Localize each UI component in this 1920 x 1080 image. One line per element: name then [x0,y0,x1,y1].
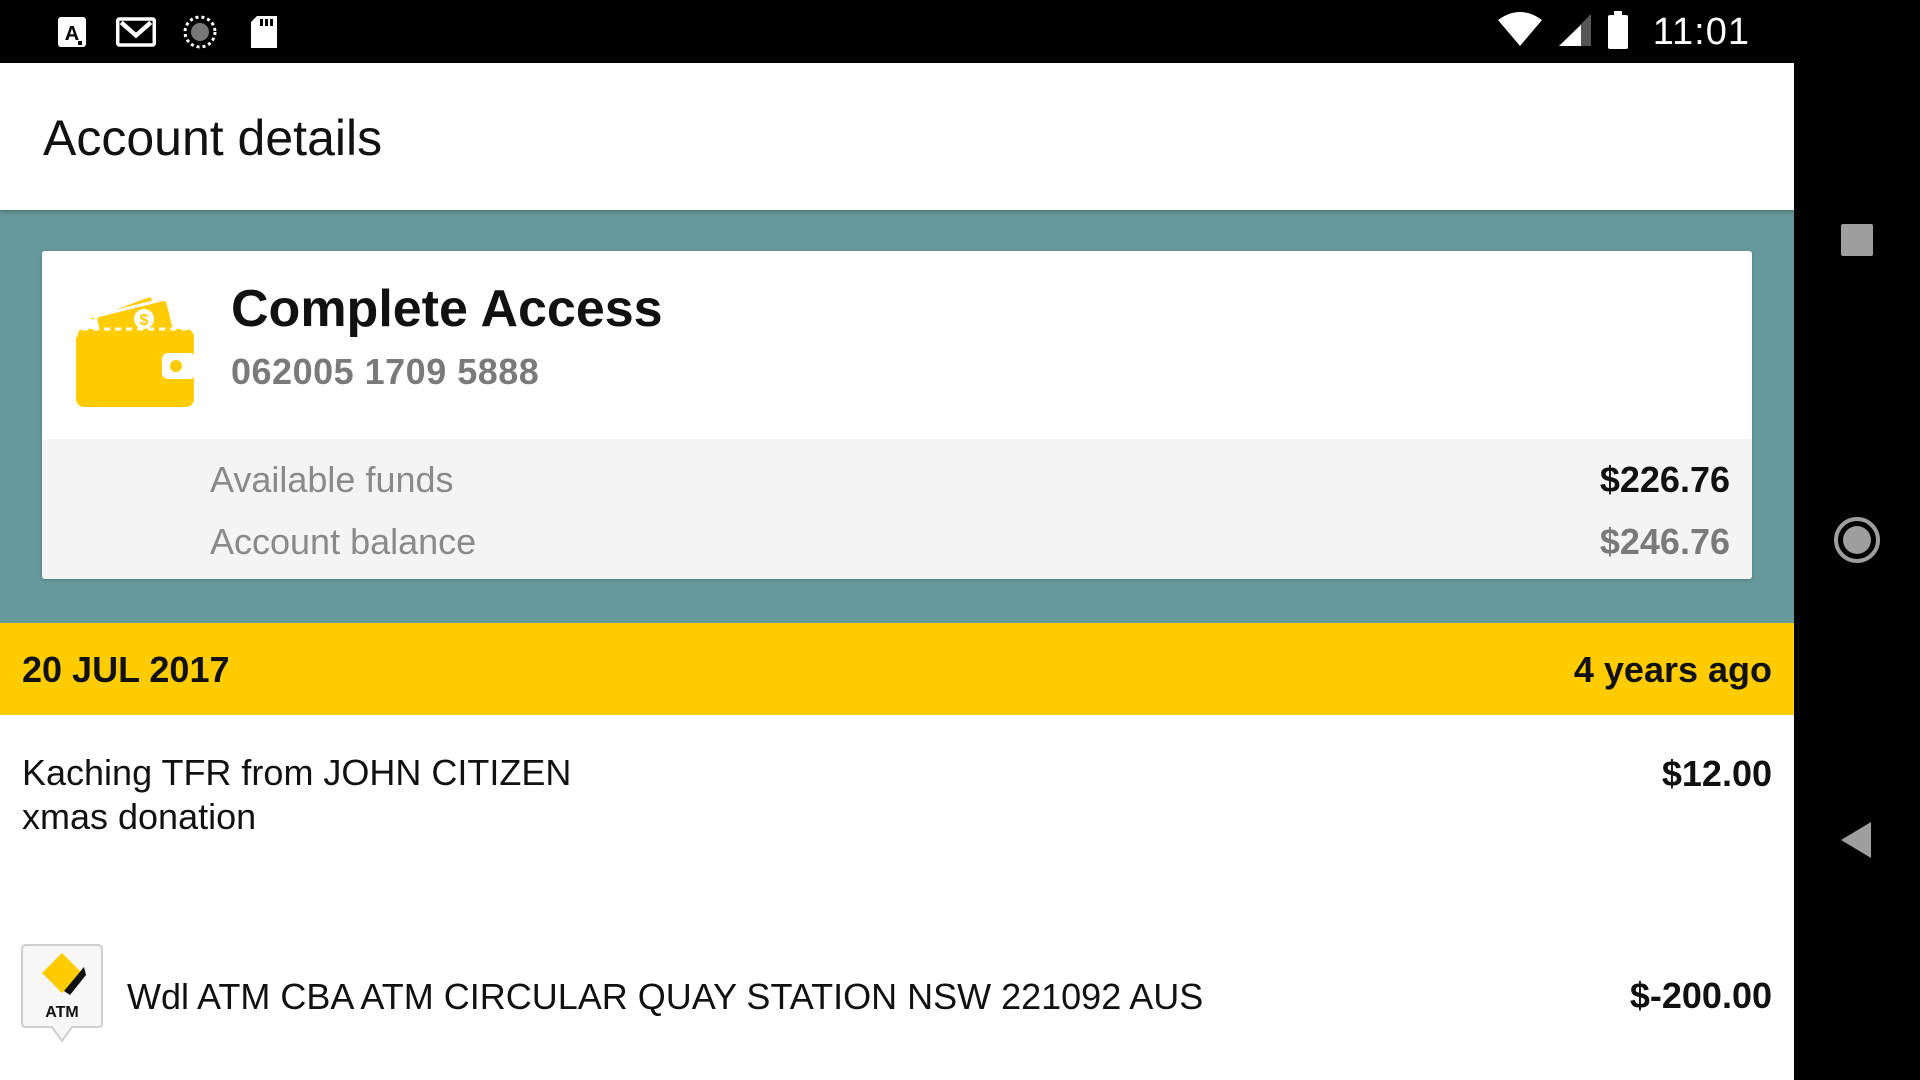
system-icons: 11:01 [1497,10,1750,55]
transaction-description: Wdl ATM CBA ATM CIRCULAR QUAY STATION NS… [127,975,1203,1019]
status-time: 11:01 [1652,11,1750,53]
transaction-amount: $-200.00 [1629,975,1772,1016]
app-toolbar: Account details [0,63,1794,210]
back-button[interactable] [1794,790,1920,890]
available-funds-value: $226.76 [1599,459,1730,500]
account-balance-value: $246.76 [1599,521,1730,562]
date-header: 20 JUL 2017 4 years ago [0,623,1794,715]
battery-icon [1607,10,1629,55]
account-funds: Available funds $226.76 Account balance … [42,439,1752,579]
transaction-date: 20 JUL 2017 [22,649,230,690]
transaction-line2: xmas donation [22,796,257,837]
account-name: Complete Access [231,280,663,338]
transaction-row[interactable]: ATM Wdl ATM CBA ATM CIRCULAR QUAY STATIO… [0,885,1794,1080]
transaction-description: Kaching TFR from JOHN CITIZEN xmas donat… [22,751,571,839]
status-bar: A 11:01 [0,0,1794,63]
accessibility-app-icon: A [52,12,92,52]
svg-text:A: A [65,23,79,45]
wallet-icon: $ [70,279,200,409]
transaction-row[interactable]: Kaching TFR from JOHN CITIZEN xmas donat… [0,715,1794,885]
sd-card-icon [244,12,284,52]
relative-date: 4 years ago [1573,649,1772,690]
account-balance-label: Account balance [210,521,477,562]
account-balance-row: Account balance $246.76 [42,521,1752,571]
gmail-icon [116,12,156,52]
recents-icon [1841,224,1873,256]
available-funds-label: Available funds [210,459,454,500]
account-card[interactable]: $ Complete Access 062005 1709 5888 Avail… [42,251,1752,579]
page-title: Account details [43,110,383,166]
transaction-amount: $12.00 [1661,753,1772,794]
app-screen: Account details $ Complete Access 062005… [0,63,1794,1080]
atm-icon: ATM [20,943,104,1045]
account-header: $ Complete Access 062005 1709 5888 Avail… [0,210,1794,623]
transaction-line1: Kaching TFR from JOHN CITIZEN [22,752,572,793]
account-number: 062005 1709 5888 [231,351,540,392]
recents-button[interactable] [1794,190,1920,290]
home-icon [1834,517,1880,563]
sync-icon [180,12,220,52]
account-card-header: $ Complete Access 062005 1709 5888 [42,251,1752,439]
cell-signal-icon [1557,12,1593,53]
wifi-icon [1497,12,1543,53]
atm-icon-label: ATM [45,1004,78,1021]
navigation-bar [1794,0,1920,1080]
back-icon [1841,822,1871,858]
svg-text:$: $ [140,312,149,329]
available-funds-row: Available funds $226.76 [42,459,1752,509]
notification-icons: A [52,12,284,52]
home-button[interactable] [1794,490,1920,590]
transaction-line1: Wdl ATM CBA ATM CIRCULAR QUAY STATION NS… [127,976,1204,1017]
